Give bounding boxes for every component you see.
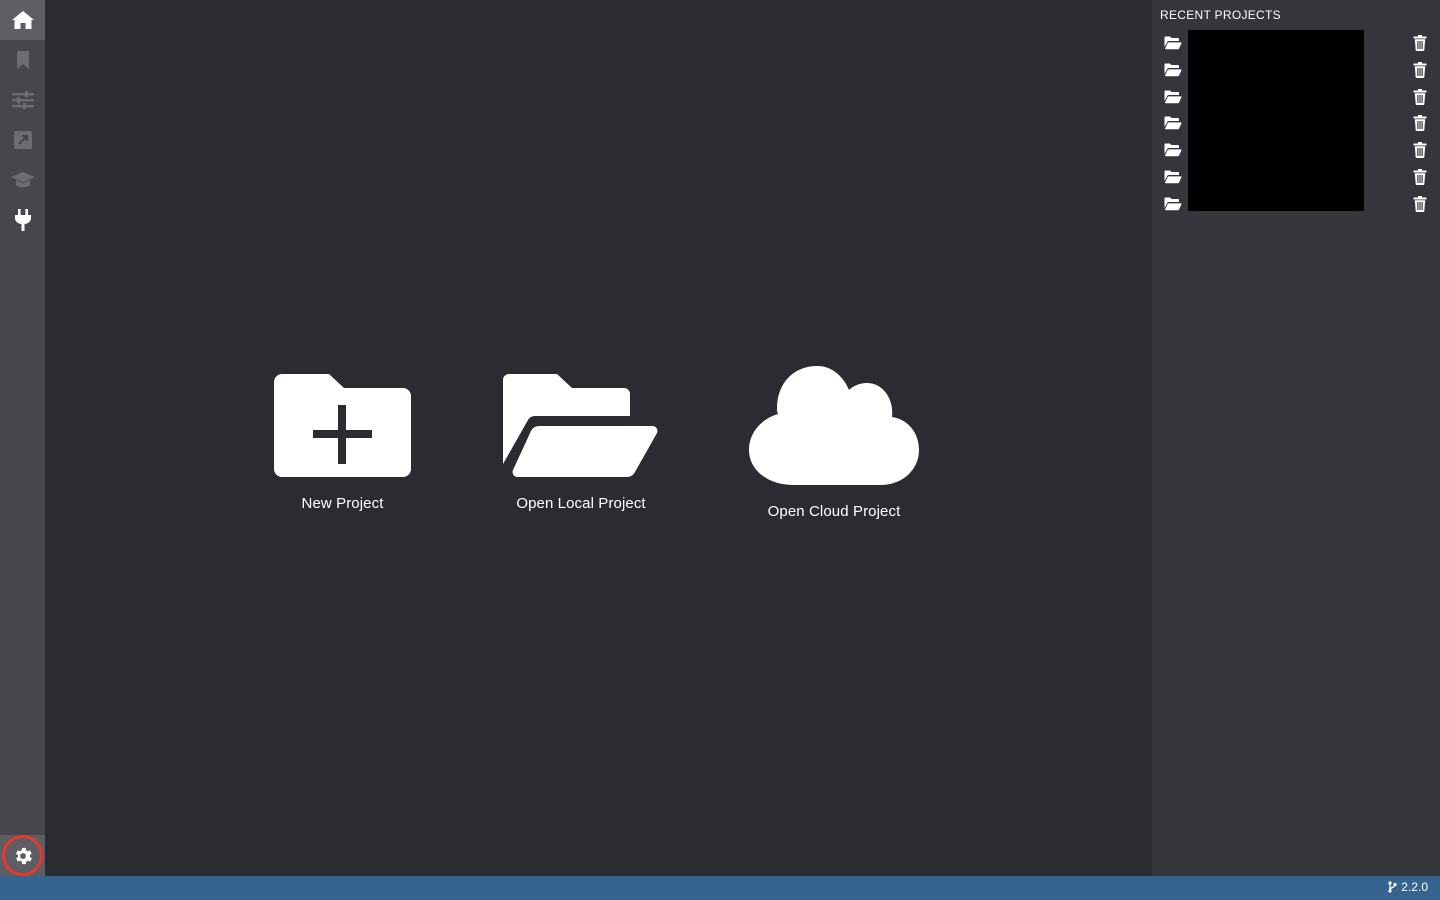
- folder-plus-icon: [274, 374, 411, 477]
- external-edit-icon: [13, 131, 32, 149]
- folder-open-icon: [1164, 197, 1182, 211]
- learn-button[interactable]: [0, 160, 45, 200]
- git-branch-icon: [1388, 881, 1397, 893]
- folder-open-icon: [1164, 170, 1182, 184]
- bookmarks-button[interactable]: [0, 40, 45, 80]
- version-text: 2.2.0: [1401, 880, 1428, 894]
- trash-icon[interactable]: [1413, 88, 1427, 105]
- open-local-project-button[interactable]: Open Local Project: [501, 374, 661, 512]
- version-indicator[interactable]: 2.2.0: [1388, 880, 1428, 894]
- new-project-button[interactable]: New Project: [274, 374, 411, 512]
- external-edit-button[interactable]: [0, 120, 45, 160]
- plugins-button[interactable]: [0, 200, 45, 240]
- folder-open-icon: [1164, 63, 1182, 77]
- activity-bar: [0, 0, 45, 876]
- main-area: New Project Open Local Project Open Clou…: [45, 0, 1152, 876]
- open-cloud-project-label: Open Cloud Project: [767, 503, 901, 520]
- plug-icon: [14, 209, 31, 231]
- graduation-cap-icon: [10, 172, 35, 188]
- trash-icon[interactable]: [1413, 195, 1427, 212]
- sliders-icon: [11, 91, 34, 109]
- status-bar: 2.2.0: [0, 876, 1440, 900]
- settings-sliders-button[interactable]: [0, 80, 45, 120]
- folder-open-icon: [1164, 36, 1182, 50]
- open-cloud-project-button[interactable]: Open Cloud Project: [749, 366, 919, 520]
- trash-icon[interactable]: [1413, 61, 1427, 78]
- trash-icon[interactable]: [1413, 115, 1427, 132]
- folder-open-icon: [1164, 143, 1182, 157]
- trash-icon[interactable]: [1413, 142, 1427, 159]
- open-local-project-label: Open Local Project: [516, 495, 646, 512]
- bookmark-icon: [16, 51, 29, 69]
- folder-open-icon: [1164, 116, 1182, 130]
- settings-button[interactable]: [0, 835, 45, 876]
- redacted-project-names: [1188, 30, 1364, 211]
- new-project-label: New Project: [301, 495, 384, 512]
- folder-open-icon: [503, 374, 658, 477]
- home-button[interactable]: [0, 0, 45, 40]
- folder-open-icon: [1164, 90, 1182, 104]
- gear-icon: [15, 847, 32, 864]
- recent-projects-title: RECENT PROJECTS: [1160, 8, 1281, 22]
- home-icon: [11, 11, 34, 29]
- trash-icon[interactable]: [1413, 35, 1427, 52]
- cloud-icon: [749, 366, 919, 485]
- trash-icon[interactable]: [1413, 169, 1427, 186]
